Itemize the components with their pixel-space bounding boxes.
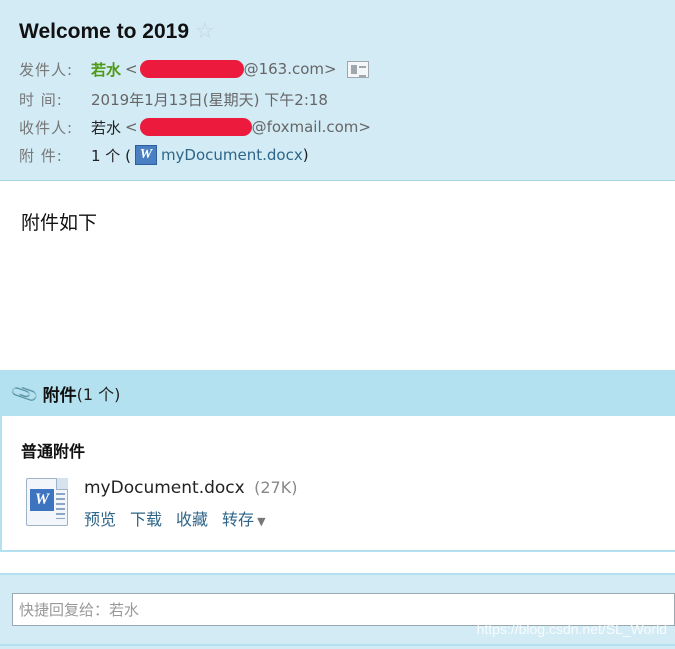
save-to-dropdown[interactable]: 转存 ▼ — [222, 506, 265, 530]
attachment-row: 附 件: 1 个 ( W myDocument.docx ) — [19, 143, 309, 167]
from-address-domain: @163.com> — [243, 60, 337, 78]
attachment-file-name[interactable]: myDocument.docx — [84, 478, 245, 498]
chevron-down-icon[interactable]: ▼ — [257, 515, 265, 528]
attachment-label: 附 件: — [19, 146, 63, 165]
download-link[interactable]: 下载 — [130, 506, 162, 530]
redacted-sender-address — [139, 60, 244, 78]
attachment-file-row: myDocument.docx (27K) — [84, 478, 297, 498]
time-row: 时 间: 2019年1月13日(星期天) 下午2:18 — [19, 87, 328, 111]
attachment-file-size: (27K) — [254, 478, 298, 497]
page-lines — [56, 493, 65, 519]
from-label: 发件人: — [19, 60, 74, 79]
attachments-count: (1 个) — [76, 385, 121, 404]
to-address-open: < — [125, 118, 138, 136]
from-row: 发件人: 若水 < @163.com> — [19, 57, 369, 81]
watermark: https://blog.csdn.net/SL_World — [476, 621, 667, 637]
to-address-domain: @foxmail.com> — [251, 118, 371, 136]
attachment-actions: 预览 下载 收藏 转存 ▼ — [84, 506, 266, 530]
paperclip-icon: 📎 — [9, 377, 41, 409]
attachment-link[interactable]: myDocument.docx — [161, 146, 303, 164]
attachment-count-open: 1 个 ( — [91, 146, 131, 165]
attachments-header: 📎 附件 (1 个) — [0, 370, 675, 416]
mail-header: Welcome to 2019 ☆ 发件人: 若水 < @163.com> 时 … — [0, 0, 675, 181]
sender-name[interactable]: 若水 — [91, 59, 121, 80]
attachment-count-close: ) — [302, 146, 309, 164]
quick-reply-area: 快捷回复给：若水 — [0, 573, 675, 649]
word-logo: W — [30, 489, 54, 511]
time-label: 时 间: — [19, 90, 63, 109]
attachment-group-title: 普通附件 — [21, 442, 86, 461]
recipient-name[interactable]: 若水 — [91, 117, 121, 138]
star-icon[interactable]: ☆ — [195, 21, 215, 43]
redacted-recipient-address — [139, 118, 252, 136]
save-to-link[interactable]: 转存 — [222, 510, 254, 529]
divider — [0, 644, 675, 646]
preview-link[interactable]: 预览 — [84, 506, 116, 530]
word-file-icon[interactable]: W — [26, 478, 68, 526]
mail-subject: Welcome to 2019 — [19, 20, 190, 43]
attachments-title: 附件 — [42, 385, 77, 406]
send-time: 2019年1月13日(星期天) 下午2:18 — [91, 90, 328, 109]
to-label: 收件人: — [19, 118, 74, 137]
subject-row: Welcome to 2019 ☆ — [19, 17, 215, 47]
from-address-open: < — [125, 60, 138, 78]
attachments-panel: 普通附件 W myDocument.docx (27K) 预览 下载 收藏 转存… — [0, 416, 675, 552]
page-fold — [56, 478, 68, 490]
favorite-link[interactable]: 收藏 — [176, 506, 208, 530]
word-doc-icon: W — [134, 145, 157, 165]
contact-card-icon[interactable] — [346, 60, 369, 78]
mail-body: 附件如下 — [21, 212, 98, 234]
to-row: 收件人: 若水 < @foxmail.com> — [19, 115, 371, 139]
